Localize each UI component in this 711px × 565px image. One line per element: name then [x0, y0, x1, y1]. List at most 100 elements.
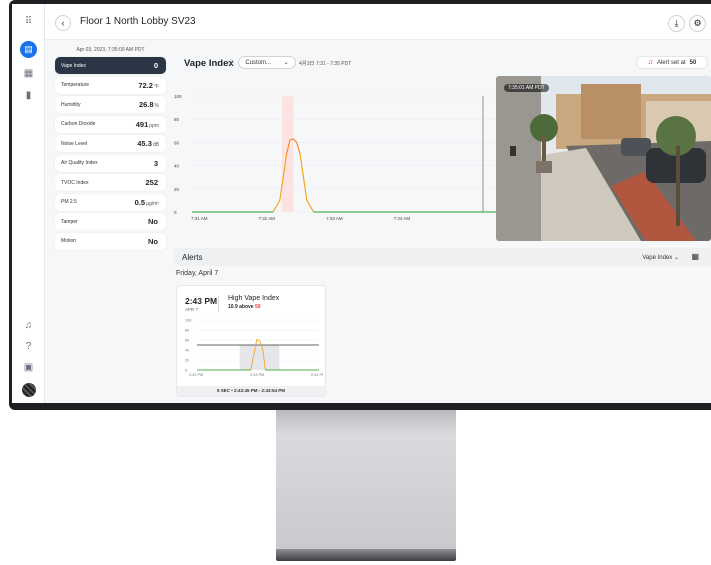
settings-button[interactable]: ⚙: [689, 15, 706, 32]
sensor-value: 3: [154, 159, 159, 168]
sensor-value-number: 252: [145, 178, 158, 187]
sensor-row[interactable]: Motion No: [55, 232, 166, 250]
y-tick-label: 20: [174, 187, 180, 192]
y-tick-label: 40: [185, 349, 189, 353]
sensor-value-number: 72.2: [138, 80, 153, 90]
sensor-row[interactable]: Air Quality Index 3: [55, 154, 166, 172]
sensor-unit: µg/m³: [146, 200, 159, 207]
y-tick-label: 0: [174, 210, 177, 215]
camera-image: [496, 76, 711, 241]
alert-card[interactable]: 2:43 PM APR 7 High Vape Index 10.9 above…: [176, 285, 326, 397]
chart-title: Vape Index: [184, 58, 234, 69]
sensor-label: Motion: [61, 238, 77, 244]
sensor-row[interactable]: PM 2.5 0.5µg/m³: [55, 193, 166, 211]
product-photo: ⠿ ▤ ▦ ▮ ♫ ? ▣ ‹ Floor 1 North Lobby SV23…: [0, 0, 711, 565]
sensor-label: PM 2.5: [61, 199, 77, 205]
avatar[interactable]: [22, 383, 36, 397]
alert-mini-chart: 0 20 40 60 80 100 2:42 PM 2:43 PM 2:44 PM: [185, 319, 323, 378]
y-tick-label: 60: [185, 339, 189, 343]
sensor-unit: °F: [153, 83, 159, 90]
grid-menu-icon[interactable]: ⠿: [21, 14, 36, 29]
y-tick-label: 40: [174, 164, 180, 169]
y-tick-label: 100: [185, 319, 191, 323]
sensor-row[interactable]: TVOC Index 252: [55, 174, 166, 191]
sensor-value: 45.3dB: [137, 139, 159, 148]
divider: [218, 296, 219, 312]
sensor-value: 72.2°F: [138, 81, 159, 90]
dashboard-icon[interactable]: ▦: [21, 66, 36, 81]
y-tick-label: 100: [174, 94, 182, 99]
range-select-label: Custom...: [245, 59, 271, 66]
sensor-row[interactable]: Temperature 72.2°F: [55, 76, 166, 94]
alert-above-text: above: [239, 304, 254, 310]
page-title: Floor 1 North Lobby SV23: [80, 16, 196, 27]
y-tick-label: 80: [185, 329, 189, 333]
sensor-value: No: [148, 237, 159, 246]
sensor-row[interactable]: Tamper No: [55, 213, 166, 230]
calendar-icon[interactable]: ▦: [691, 252, 699, 261]
left-rail: ⠿ ▤ ▦ ▮ ♫ ? ▣: [12, 4, 45, 403]
x-tick-label: 7:33 AM: [326, 216, 343, 221]
range-text: 4月3日 7:31 - 7:35 PDT: [299, 61, 352, 67]
help-icon[interactable]: ?: [21, 339, 36, 354]
download-button[interactable]: ⤓: [668, 15, 685, 32]
sensor-label: TVOC Index: [61, 179, 89, 186]
y-tick-label: 20: [185, 359, 189, 363]
sensor-label: Vape Index: [61, 62, 86, 69]
sensor-label: Temperature: [61, 82, 90, 88]
sensor-row[interactable]: Carbon Dioxide 491ppm: [55, 115, 166, 133]
alert-duration: 9 SEC • 2:43:45 PM - 2:43:54 PM: [177, 386, 325, 396]
x-tick-label: 2:42 PM: [189, 373, 203, 377]
sensor-value-number: 0.5: [134, 197, 146, 207]
back-button[interactable]: ‹: [55, 15, 71, 31]
range-select[interactable]: Custom... ⌄: [238, 56, 296, 69]
alert-highlight-band: [281, 96, 294, 212]
alerts-filter-select[interactable]: Vape Index ⌄: [642, 254, 679, 261]
info-icon[interactable]: ⓘ: [228, 58, 234, 67]
bell-icon: ♫: [647, 59, 653, 66]
alerts-filter-label: Vape Index: [642, 255, 673, 261]
camera-snapshot[interactable]: 7:35:01 AM PDT: [496, 76, 711, 241]
sensor-value: 0: [154, 61, 159, 70]
alert-time: 2:43 PM: [185, 296, 218, 306]
sensor-label: Air Quality Index: [61, 160, 98, 166]
sensor-value: 491ppm: [136, 120, 159, 129]
sensor-unit: %: [154, 103, 159, 109]
x-tick-label: 7:31 AM: [191, 216, 208, 221]
sensor-value-number: 45.3: [137, 139, 152, 148]
alert-threshold-button[interactable]: ♫ Alert set at 50: [636, 56, 708, 69]
alerts-header: Alerts Vape Index ⌄ ▦: [174, 248, 711, 266]
vape-index-chart[interactable]: 0 20 40 60 80 100 7:31 AM 7:32 AM 7:33 AM 7:34 AM: [174, 84, 504, 229]
monitor-stand-base: [276, 549, 456, 561]
alert-shaded-region: [239, 345, 280, 370]
bell-icon[interactable]: ♫: [21, 318, 36, 333]
monitor-stand: [276, 410, 456, 550]
sensor-row[interactable]: Vape Index 0: [55, 57, 166, 74]
x-tick-label: 7:34 AM: [394, 216, 411, 221]
sensor-value-number: 3: [153, 158, 158, 168]
sensor-row[interactable]: Noise Level 45.3dB: [55, 135, 166, 152]
download-icon: ⤓: [674, 18, 679, 28]
sensor-unit: ppm: [149, 122, 159, 129]
alert-value: 10.9: [228, 304, 238, 310]
sensor-row[interactable]: Humidity 26.8%: [55, 96, 166, 113]
sensor-value-number: 491: [135, 119, 149, 129]
report-icon[interactable]: ▣: [21, 360, 36, 375]
sensor-value-number: 0: [153, 61, 158, 70]
chevron-down-icon: ⌄: [673, 255, 679, 261]
bar-chart-icon[interactable]: ▮: [21, 88, 36, 103]
sensor-value-number: No: [148, 217, 158, 226]
alert-description: 10.9 above 50: [228, 304, 261, 310]
alert-name: High Vape Index: [228, 295, 280, 302]
app-screen: ⠿ ▤ ▦ ▮ ♫ ? ▣ ‹ Floor 1 North Lobby SV23…: [12, 4, 711, 403]
camera-timestamp: 7:35:01 AM PDT: [504, 84, 549, 92]
sensor-value: 252: [145, 178, 159, 187]
sensor-label: Noise Level: [61, 140, 88, 147]
sensor-icon[interactable]: ▤: [20, 41, 37, 58]
sensor-panel: Apr 03, 2023, 7:35:00 AM PDT Vape Index 0…: [54, 44, 167, 254]
x-tick-label: 7:32 AM: [259, 216, 276, 221]
sensor-value-number: No: [148, 236, 158, 246]
gear-icon: ⚙: [693, 18, 702, 28]
sensor-timestamp: Apr 03, 2023, 7:35:00 AM PDT: [76, 47, 145, 53]
sensor-unit: dB: [152, 142, 159, 148]
